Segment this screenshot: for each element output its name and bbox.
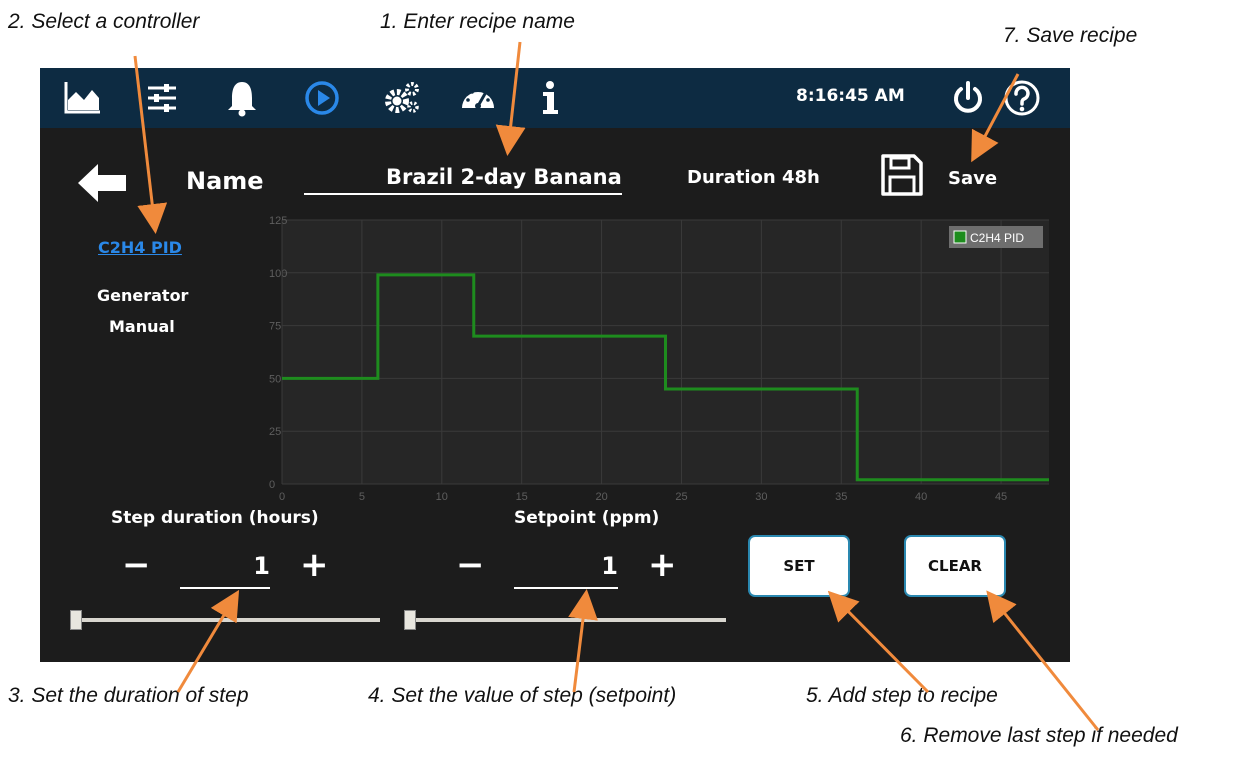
arrow-setpoint bbox=[568, 589, 598, 693]
arrow-recipe-name bbox=[495, 41, 526, 156]
arrow-save bbox=[971, 73, 1020, 163]
arrow-clear bbox=[986, 590, 1100, 731]
arrow-set bbox=[827, 590, 930, 694]
annotation-arrows bbox=[133, 41, 1100, 731]
arrow-duration bbox=[176, 589, 240, 693]
arrow-controller bbox=[133, 55, 168, 234]
